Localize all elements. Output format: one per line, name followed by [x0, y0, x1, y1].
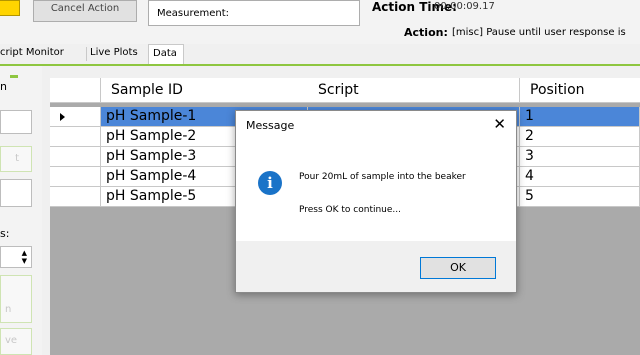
ok-button[interactable]: OK	[420, 257, 496, 279]
status-indicator	[0, 0, 20, 16]
close-icon[interactable]: ✕	[493, 115, 506, 133]
cell-position[interactable]: 4	[520, 167, 640, 187]
column-header-position[interactable]: Position	[520, 78, 640, 103]
panel-button-2[interactable]: n	[0, 275, 32, 323]
action-value: [misc] Pause until user response is	[452, 27, 626, 38]
spin-down-icon[interactable]: ▼	[22, 257, 27, 265]
panel-field[interactable]	[0, 179, 32, 207]
panel-input[interactable]	[0, 110, 32, 134]
row-header[interactable]	[50, 147, 101, 167]
tab-underline	[0, 64, 640, 66]
measurement-field: Measurement:	[148, 0, 360, 26]
tab-script-monitor[interactable]: cript Monitor	[0, 44, 86, 64]
dialog-message: Pour 20mL of sample into the beaker	[299, 172, 466, 182]
row-header[interactable]	[50, 107, 101, 127]
dialog-body: i Pour 20mL of sample into the beaker Pr…	[236, 141, 516, 241]
panel-spinner[interactable]: ▲ ▼	[0, 246, 32, 268]
panel-accent	[10, 75, 18, 78]
info-icon: i	[258, 171, 282, 195]
column-header-script[interactable]: Script	[308, 78, 520, 103]
cancel-action-button[interactable]: Cancel Action	[33, 0, 137, 22]
cell-position[interactable]: 1	[520, 107, 640, 127]
row-header[interactable]	[50, 127, 101, 147]
tab-strip: cript Monitor Live Plots Data	[0, 44, 640, 66]
row-header[interactable]	[50, 167, 101, 187]
tab-data[interactable]: Data	[148, 44, 184, 64]
cell-position[interactable]: 2	[520, 127, 640, 147]
spin-up-icon[interactable]: ▲	[22, 249, 27, 257]
message-dialog: Message ✕ i Pour 20mL of sample into the…	[235, 110, 517, 293]
panel-button-3[interactable]: ve	[0, 328, 32, 355]
cell-position[interactable]: 3	[520, 147, 640, 167]
current-row-icon	[60, 113, 65, 121]
toolbar: Cancel Action Measurement: Action Time: …	[0, 0, 640, 44]
dialog-prompt: Press OK to continue...	[299, 205, 402, 215]
dialog-title: Message	[246, 119, 295, 132]
measurement-label: Measurement:	[157, 8, 230, 19]
panel-label: s:	[0, 227, 10, 240]
cell-position[interactable]: 5	[520, 187, 640, 207]
action-time-value: 00:00:09.17	[434, 1, 495, 12]
dialog-titlebar[interactable]: Message ✕	[236, 111, 516, 141]
panel-button-disabled[interactable]: t	[0, 146, 32, 172]
ok-button-label: OK	[450, 261, 466, 274]
row-header[interactable]	[50, 187, 101, 207]
left-panel: n t s: ▲ ▼ n ve	[0, 66, 42, 355]
tab-live-plots[interactable]: Live Plots	[86, 44, 148, 64]
action-label: Action:	[404, 26, 448, 39]
panel-heading: n	[0, 80, 7, 93]
grid-corner-header	[50, 78, 101, 103]
